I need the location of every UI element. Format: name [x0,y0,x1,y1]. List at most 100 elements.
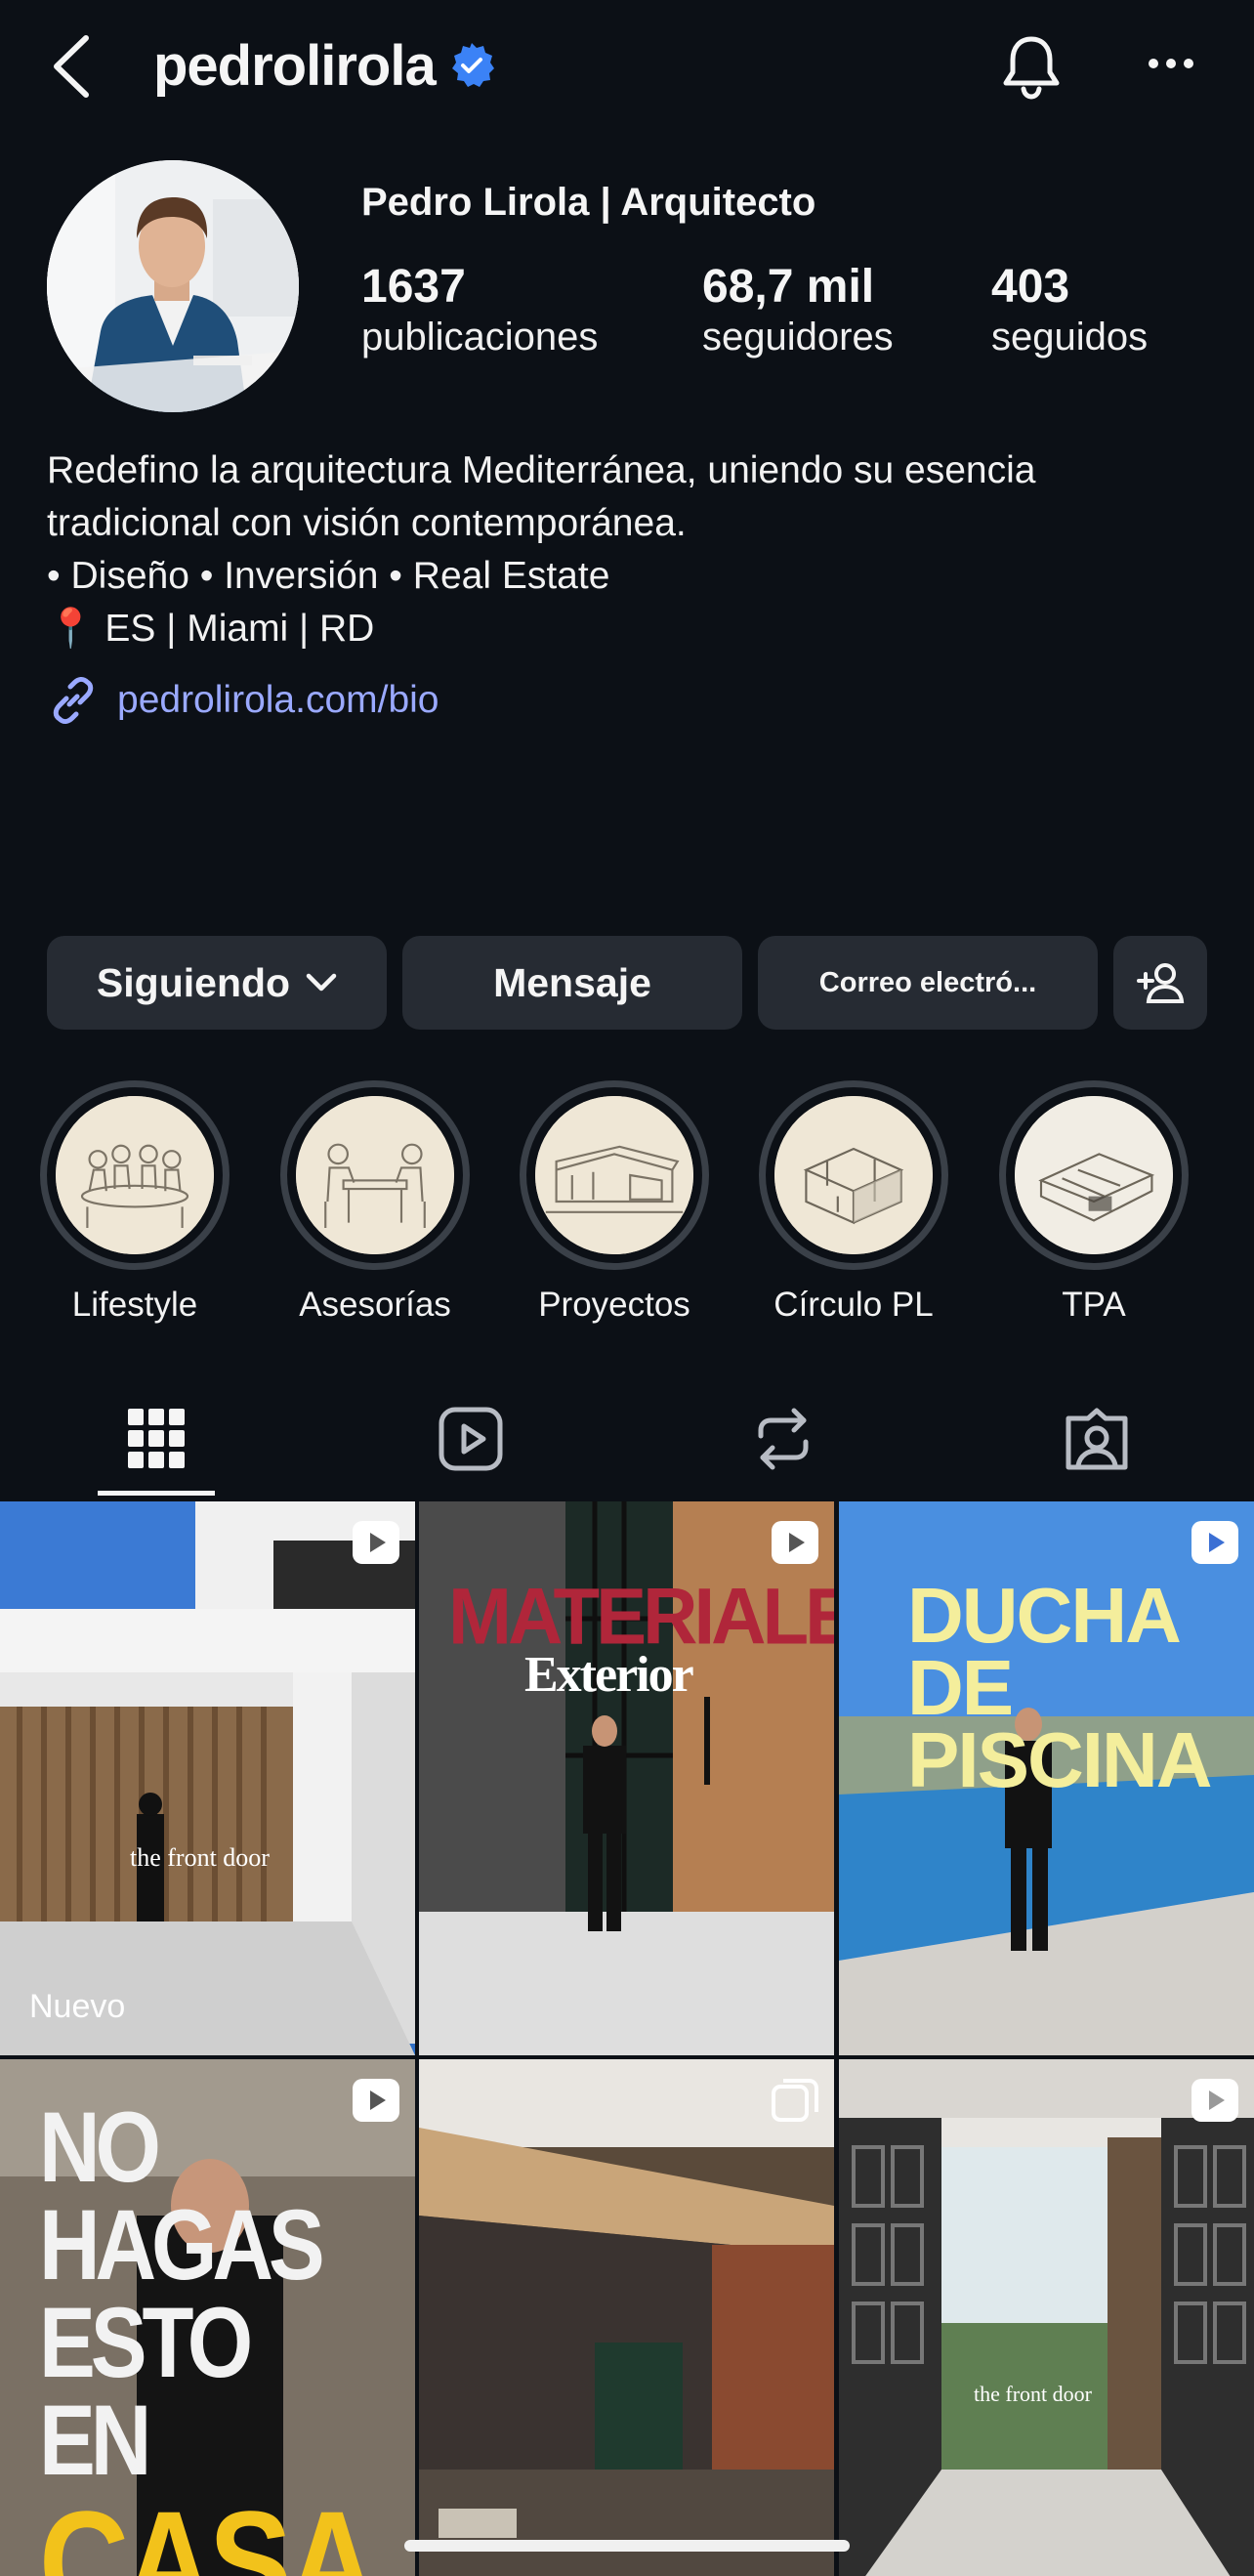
post-thumbnail [419,2059,834,2576]
highlight-label: Proyectos [538,1286,690,1324]
reel-icon [1191,1521,1238,1564]
highlight-cover [774,1096,933,1254]
reel-icon [772,1521,818,1564]
following-button[interactable]: Siguiendo [47,936,387,1030]
highlight-label: Asesorías [299,1286,451,1324]
post-1[interactable]: the front door Nuevo [0,1501,415,2055]
highlight-cover [1015,1096,1173,1254]
bio-line: tradicional con visión contemporánea. [47,502,687,544]
reel-icon [353,1521,399,1564]
post-title: NO HAGAS ESTO EN CASA [39,2091,377,2576]
post-4[interactable]: NO HAGAS ESTO EN CASA [0,2059,415,2576]
highlight-asesorias[interactable]: Asesorías [277,1080,473,1325]
top-bar: pedrolirola [0,0,1254,132]
profile-page: pedrolirola Pedro Lirola | Arquitecto 16… [0,0,1254,2576]
chevron-left-icon [54,35,89,98]
highlight-label: Círculo PL [773,1286,934,1324]
dot [1149,59,1158,68]
back-button[interactable] [49,27,117,106]
more-options-button[interactable] [1137,34,1205,93]
link-icon [53,677,94,724]
post-5[interactable] [419,2059,834,2576]
email-label: Correo electró... [818,966,1037,998]
bio-link[interactable]: pedrolirola.com/bio [47,674,439,727]
suggested-users-button[interactable] [1113,936,1207,1030]
post-title-line1: NO HAGAS [39,2091,325,2301]
username: pedrolirola [153,33,437,98]
email-button[interactable]: Correo electró... [758,936,1098,1030]
bio-line: • Diseño • Inversión • Real Estate [47,555,610,597]
highlight-cover [535,1096,693,1254]
post-6[interactable]: the front door [839,2059,1254,2576]
bell-icon [1003,36,1060,100]
highlight-ring [280,1080,470,1270]
post-3[interactable]: DUCHA DE PISCINA [839,1501,1254,2055]
bio-line: Redefino la arquitectura Mediterránea, u… [47,449,1036,491]
notifications-button[interactable] [994,29,1068,104]
chevron-down-icon [306,973,337,992]
bio-link-text: pedrolirola.com/bio [117,679,439,721]
followers-label: seguidores [702,315,894,359]
highlight-ring [759,1080,948,1270]
username-header: pedrolirola [153,29,496,102]
following-label: Siguiendo [96,959,291,1005]
highlight-lifestyle[interactable]: Lifestyle [37,1080,232,1325]
repost-icon [758,1408,809,1469]
add-user-icon [1137,963,1185,1003]
highlight-tpa[interactable]: TPA [996,1080,1191,1325]
verified-badge-icon [451,43,494,87]
posts-label: publicaciones [361,315,599,359]
post-title-line2: Exterior [524,1647,694,1703]
home-indicator[interactable] [404,2540,850,2552]
following-stat[interactable]: 403 seguidos [991,261,1149,360]
reel-icon [1191,2079,1238,2122]
posts-grid: the front door Nuevo MATERIAL Exterior D… [0,1501,1254,2576]
post-thumbnail [0,1501,415,2055]
tab-grid[interactable] [98,1377,215,1499]
highlight-circulo-pl[interactable]: Círculo PL [756,1080,951,1325]
post-title-line3: CASA [39,2480,377,2576]
display-name: Pedro Lirola | Arquitecto [361,181,816,224]
post-title-line2: ESTO EN [39,2287,253,2496]
dot [1166,59,1176,68]
new-badge: Nuevo [29,1988,126,2025]
posts-stat[interactable]: 1637 publicaciones [361,261,599,360]
reel-icon [353,2079,399,2122]
reels-icon [439,1407,503,1470]
following-count: 403 [991,261,1070,313]
highlight-label: TPA [1062,1286,1126,1324]
profile-avatar[interactable] [47,160,299,412]
tab-reposts[interactable] [725,1377,842,1499]
post-title-line2: DE [907,1644,1014,1731]
followers-count: 68,7 mil [702,261,875,313]
followers-stat[interactable]: 68,7 mil seguidores [702,261,894,360]
avatar-photo [47,160,299,412]
tab-tagged[interactable] [1038,1377,1155,1499]
post-title-line1: DUCHA [907,1572,1182,1659]
post-thumbnail [839,2059,1254,2576]
post-overlay-caption: the front door [130,1843,270,1872]
highlight-label: Lifestyle [71,1286,198,1324]
posts-count: 1637 [361,261,466,313]
post-title-line3: PISCINA [907,1716,1212,1803]
message-button[interactable]: Mensaje [402,936,742,1030]
profile-tabs [0,1377,1254,1499]
bio: Redefino la arquitectura Mediterránea, u… [47,444,1219,655]
highlight-ring [40,1080,230,1270]
grid-icon [128,1408,185,1468]
post-title: DUCHA DE PISCINA [907,1572,1212,1803]
tagged-icon [1066,1408,1128,1469]
carousel-icon [772,2079,818,2122]
post-2[interactable]: MATERIALES Exterior [419,1501,834,2055]
following-label: seguidos [991,315,1149,359]
highlight-ring [520,1080,709,1270]
highlight-proyectos[interactable]: Proyectos [517,1080,712,1325]
message-label: Mensaje [493,959,651,1005]
highlight-cover [56,1096,214,1254]
dot [1184,59,1193,68]
bio-location-line: 📍 ES | Miami | RD [47,608,375,650]
tab-reels[interactable] [412,1377,529,1499]
highlight-ring [999,1080,1189,1270]
post-overlay-caption: the front door [974,2382,1092,2406]
highlight-cover [296,1096,454,1254]
